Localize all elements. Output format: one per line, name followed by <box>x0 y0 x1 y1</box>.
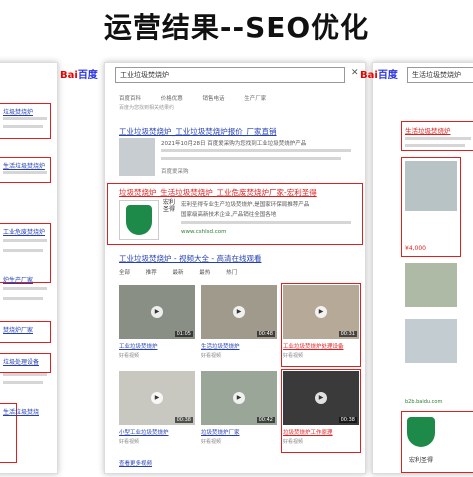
left-link-2[interactable]: 生活垃圾焚烧炉 <box>3 161 49 170</box>
video-source: 好看视频 <box>201 439 222 445</box>
video-thumbnail[interactable]: ▶ 01:05 <box>119 285 195 339</box>
video-tab[interactable]: 最热 <box>199 270 210 276</box>
left-link-7[interactable]: 生活垃圾焚烧 <box>3 407 49 416</box>
left-link-3[interactable]: 工业危废焚烧炉 <box>3 227 49 236</box>
right-url[interactable]: b2b.baidu.com <box>405 399 442 405</box>
video-source: 好看视频 <box>283 439 304 445</box>
shield-logo <box>119 200 159 240</box>
result-2-snippet-2: 国家级高新技术企业,产品销往全国各地 <box>181 212 277 218</box>
play-icon[interactable]: ▶ <box>233 306 245 318</box>
right-title[interactable]: 生活垃圾焚烧炉 <box>405 125 473 135</box>
text-line <box>3 239 47 242</box>
baidu-logo: Bai百度 <box>60 70 98 81</box>
video-duration: 00:48 <box>256 331 275 337</box>
left-result-panel: 垃圾焚烧炉 生活垃圾焚烧炉 工业危废焚烧炉 炉生产厂家 焚烧炉厂家 垃圾处理设备… <box>0 62 58 474</box>
text-line <box>161 157 341 160</box>
result-1-thumbnail[interactable] <box>119 138 155 176</box>
text-line <box>405 144 465 147</box>
video-thumbnail[interactable]: ▶ 00:48 <box>201 285 277 339</box>
result-2-snippet-1: 宏利圣得专业生产垃圾焚烧炉,是国家环保局推荐产品 <box>181 202 310 208</box>
company-badge: 宏利圣得 <box>163 199 176 213</box>
play-icon[interactable]: ▶ <box>151 392 163 404</box>
play-icon[interactable]: ▶ <box>151 306 163 318</box>
result-1-snippet: 2021年10月28日 百度爱采购为您找到工业垃圾焚烧炉产品 <box>161 141 307 147</box>
text-line <box>3 373 47 376</box>
video-tab[interactable]: 最新 <box>173 270 184 276</box>
more-videos-link[interactable]: 查看更多视频 <box>119 459 239 467</box>
result-stat: 百度为您找到相关结果约 <box>119 105 175 111</box>
video-thumbnail[interactable]: ▶ 00:42 <box>201 371 277 425</box>
text-line <box>3 117 47 120</box>
text-line <box>161 149 351 152</box>
text-line <box>3 125 43 128</box>
center-result-panel: 工业垃圾焚烧炉 ✕ 百度百科 价格优惠 销售电话 生产厂家 百度为您找到相关结果… <box>104 62 366 474</box>
result-2-title[interactable]: 垃圾焚烧炉_生活垃圾焚烧炉_工业危废焚烧炉厂家-宏利圣得 <box>119 187 359 198</box>
tab-price[interactable]: 价格优惠 <box>161 96 183 102</box>
filter-tabs: 百度百科 价格优惠 销售电话 生产厂家 <box>119 94 284 102</box>
search-input[interactable]: 生活垃圾焚烧炉 <box>407 67 473 83</box>
baidu-logo: Bai百度 <box>360 70 398 81</box>
video-source: 好看视频 <box>201 353 222 359</box>
video-caption[interactable]: 生活垃圾焚烧炉 <box>201 342 277 350</box>
text-line <box>405 137 471 140</box>
video-tab[interactable]: 热门 <box>226 270 237 276</box>
left-link-6[interactable]: 垃圾处理设备 <box>3 357 49 366</box>
video-duration: 01:05 <box>174 331 193 337</box>
video-tabs: 全部 推荐 最新 最热 热门 <box>119 268 237 276</box>
video-thumbnail[interactable]: ▶ 00:38 <box>119 371 195 425</box>
product-price: ¥4,000 <box>405 245 426 252</box>
video-source: 好看视频 <box>119 439 140 445</box>
text-line <box>181 221 351 224</box>
product-image[interactable] <box>405 263 457 307</box>
text-line <box>3 249 43 252</box>
result-1-source: 百度爱采购 <box>161 169 189 175</box>
right-result-panel: 生活垃圾焚烧炉 生活垃圾焚烧炉 ¥4,000 b2b.baidu.com 宏利圣… <box>372 62 473 474</box>
tab-baike[interactable]: 百度百科 <box>119 96 141 102</box>
video-tab[interactable]: 推荐 <box>146 270 157 276</box>
video-duration: 00:42 <box>256 417 275 423</box>
text-line <box>3 297 43 300</box>
video-caption[interactable]: 小型工业垃圾焚烧炉 <box>119 428 195 436</box>
video-caption[interactable]: 垃圾焚烧炉工作原理 <box>283 428 359 436</box>
play-icon[interactable]: ▶ <box>233 392 245 404</box>
search-input[interactable]: 工业垃圾焚烧炉 <box>115 67 345 83</box>
result-2-url[interactable]: www.cshlsd.com <box>181 229 227 235</box>
video-caption[interactable]: 工业垃圾焚烧炉处理设备 <box>283 342 359 350</box>
product-image[interactable] <box>405 161 457 211</box>
tab-phone[interactable]: 销售电话 <box>203 96 225 102</box>
shield-logo <box>407 417 435 447</box>
video-caption[interactable]: 垃圾焚烧炉厂家 <box>201 428 277 436</box>
company-badge: 宏利圣得 <box>409 457 434 464</box>
text-line <box>3 287 47 290</box>
tab-factory[interactable]: 生产厂家 <box>244 96 266 102</box>
result-1-title[interactable]: 工业垃圾焚烧炉_工业垃圾焚烧炉报价_厂家直销 <box>119 126 359 137</box>
video-section-title[interactable]: 工业垃圾焚烧炉 - 视频大全 - 高清在线观看 <box>119 253 359 264</box>
left-link-4[interactable]: 炉生产厂家 <box>3 275 49 284</box>
video-duration: 00:38 <box>174 417 193 423</box>
video-source: 好看视频 <box>119 353 140 359</box>
product-image[interactable] <box>405 319 457 363</box>
video-caption[interactable]: 工业垃圾焚烧炉 <box>119 342 195 350</box>
close-icon[interactable]: ✕ <box>351 68 359 78</box>
left-link-1[interactable]: 垃圾焚烧炉 <box>3 107 49 116</box>
video-source: 好看视频 <box>283 353 304 359</box>
text-line <box>3 381 43 384</box>
video-tab[interactable]: 全部 <box>119 270 130 276</box>
left-link-5[interactable]: 焚烧炉厂家 <box>3 325 49 334</box>
text-line <box>3 171 47 174</box>
page-title: 运营结果--SEO优化 <box>103 11 370 44</box>
